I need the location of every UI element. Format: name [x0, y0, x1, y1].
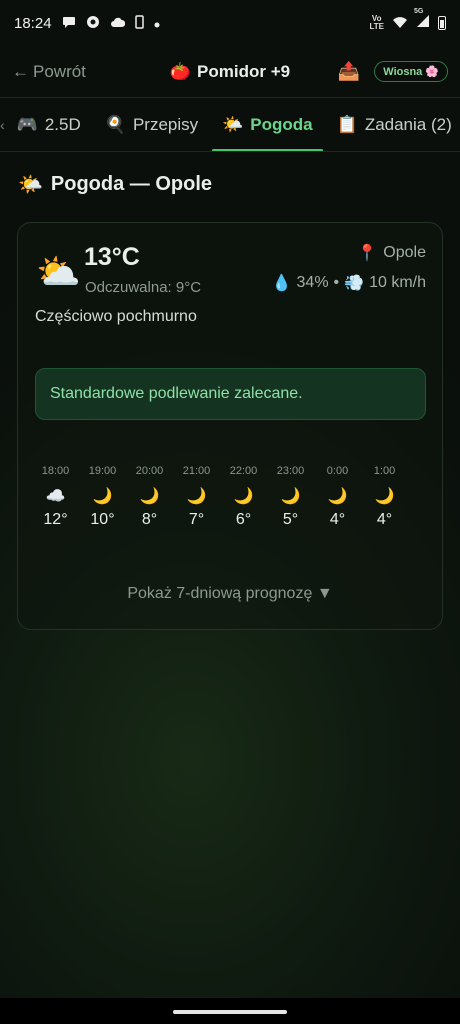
- pin-icon: 📍: [357, 245, 378, 262]
- tab-tasks[interactable]: 📋 Zadania (2): [325, 98, 460, 151]
- location: 📍 Opole: [357, 243, 426, 263]
- chat-bubble-icon: [62, 15, 76, 31]
- hour-time: 21:00: [182, 465, 211, 477]
- battery-icon: [438, 16, 446, 30]
- hour-time: 22:00: [229, 465, 258, 477]
- hour-time: 1:00: [373, 465, 396, 477]
- hourly-item: 21:00 🌙 7°: [173, 465, 220, 529]
- hourly-item: 0:00 🌙 4°: [314, 465, 361, 529]
- home-gesture-bar[interactable]: [173, 1010, 287, 1014]
- cloud-icon: [110, 16, 125, 30]
- section-heading: Pogoda — Opole: [50, 173, 213, 195]
- tomato-icon: 🍅: [169, 61, 192, 81]
- wind-icon: 💨: [344, 275, 365, 292]
- hourly-item: 1:00 🌙 4°: [361, 465, 408, 529]
- hourly-item: 23:00 🌙 5°: [267, 465, 314, 529]
- app-header: ← Powrót 🍅 Pomidor +9 📤 Wiosna 🌸: [0, 46, 460, 98]
- blossom-icon: 🌸: [425, 66, 439, 78]
- navigation-bar: [0, 998, 460, 1024]
- season-badge[interactable]: Wiosna 🌸: [374, 61, 448, 82]
- wind-value: 10 km/h: [369, 274, 426, 291]
- forecast-toggle-label: Pokaż 7-dniową prognozę: [127, 585, 313, 602]
- hourly-item: 22:00 🌙 6°: [220, 465, 267, 529]
- page-title: 🍅 Pomidor +9: [170, 62, 290, 82]
- hour-time: 20:00: [135, 465, 164, 477]
- weather-card: ⛅ 13°C Odczuwalna: 9°C 📍 Opole 💧 34% • 💨…: [17, 222, 443, 630]
- weather-condition: Częściowo pochmurno: [35, 308, 197, 325]
- dot-icon: [154, 17, 160, 30]
- hourly-item: 20:00 🌙 8°: [126, 465, 173, 529]
- back-button[interactable]: ← Powrót: [12, 62, 86, 82]
- hour-time: 19:00: [88, 465, 117, 477]
- hour-temp: 7°: [188, 511, 205, 528]
- advice-text: Standardowe podlewanie zalecane.: [50, 385, 303, 402]
- tab-recipes[interactable]: 🍳 Przepisy: [93, 98, 210, 151]
- moon-icon: 🌙: [233, 488, 254, 505]
- feels-like: Odczuwalna: 9°C: [85, 279, 202, 296]
- current-temperature: 13°C: [84, 243, 140, 271]
- show-7-day-forecast-button[interactable]: Pokaż 7-dniową prognozę ▼: [18, 585, 442, 603]
- volte-indicator: Vo LTE: [369, 14, 384, 31]
- season-label: Wiosna: [383, 65, 423, 78]
- moon-icon: 🌙: [280, 488, 301, 505]
- chevron-down-icon: ▼: [316, 585, 333, 602]
- hourly-item: 19:00 🌙 10°: [79, 465, 126, 529]
- hour-temp: 4°: [376, 511, 393, 528]
- back-arrow-icon: ←: [12, 61, 29, 81]
- wifi-icon: [392, 16, 408, 31]
- signal-icon: 5G: [414, 8, 430, 32]
- moon-icon: 🌙: [92, 488, 113, 505]
- separator: •: [333, 274, 340, 291]
- droplet-icon: 💧: [271, 275, 292, 292]
- status-bar: 18:24 Vo LTE 5G: [0, 0, 460, 46]
- hour-temp: 4°: [329, 511, 346, 528]
- weather-meta: 💧 34% • 💨 10 km/h: [272, 273, 426, 293]
- hourly-item: 18:00 ☁️ 12°: [32, 465, 79, 529]
- hour-temp: 6°: [235, 511, 252, 528]
- cloud-icon: ☁️: [45, 488, 66, 505]
- hour-temp: 12°: [43, 511, 68, 528]
- hour-time: 18:00: [41, 465, 70, 477]
- location-name: Opole: [383, 244, 426, 261]
- moon-icon: 🌙: [186, 488, 207, 505]
- phone-icon: [134, 15, 144, 31]
- tab-label: Przepisy: [132, 114, 199, 134]
- tab-bar: ‹ 🎮 2.5D 🍳 Przepisy 🌤️ Pogoda 📋 Zadania …: [0, 98, 460, 152]
- hour-temp: 5°: [282, 511, 299, 528]
- tab-weather[interactable]: 🌤️ Pogoda: [210, 98, 325, 151]
- sun-cloud-icon: 🌤️: [18, 174, 43, 196]
- plant-title: Pomidor +9: [197, 61, 291, 81]
- section-title: 🌤️ Pogoda — Opole: [18, 172, 212, 197]
- hour-time: 23:00: [276, 465, 305, 477]
- hour-temp: 8°: [141, 511, 158, 528]
- chrome-icon: [86, 15, 100, 31]
- moon-icon: 🌙: [374, 488, 395, 505]
- moon-icon: 🌙: [139, 488, 160, 505]
- tab-label: Pogoda: [250, 114, 313, 134]
- hour-time: 0:00: [326, 465, 349, 477]
- hourly-forecast: 18:00 ☁️ 12° 19:00 🌙 10° 20:00 🌙 8° 21:0…: [32, 465, 430, 529]
- hour-temp: 10°: [90, 511, 115, 528]
- tab-label: 2.5D: [44, 114, 81, 134]
- humidity-value: 34%: [296, 274, 329, 291]
- partly-cloudy-icon: ⛅: [36, 251, 81, 292]
- gamepad-icon: 🎮: [16, 114, 38, 134]
- back-label: Powrót: [33, 61, 86, 81]
- clipboard-icon: 📋: [336, 114, 358, 134]
- tab-label: Zadania (2): [364, 114, 452, 134]
- status-time: 18:24: [14, 14, 52, 32]
- watering-advice: Standardowe podlewanie zalecane.: [35, 368, 426, 420]
- moon-icon: 🌙: [327, 488, 348, 505]
- tab-2-5d[interactable]: 🎮 2.5D: [5, 98, 93, 151]
- export-icon[interactable]: 📤: [338, 61, 360, 82]
- sun-cloud-icon: 🌤️: [222, 114, 244, 134]
- frying-pan-icon: 🍳: [104, 114, 126, 134]
